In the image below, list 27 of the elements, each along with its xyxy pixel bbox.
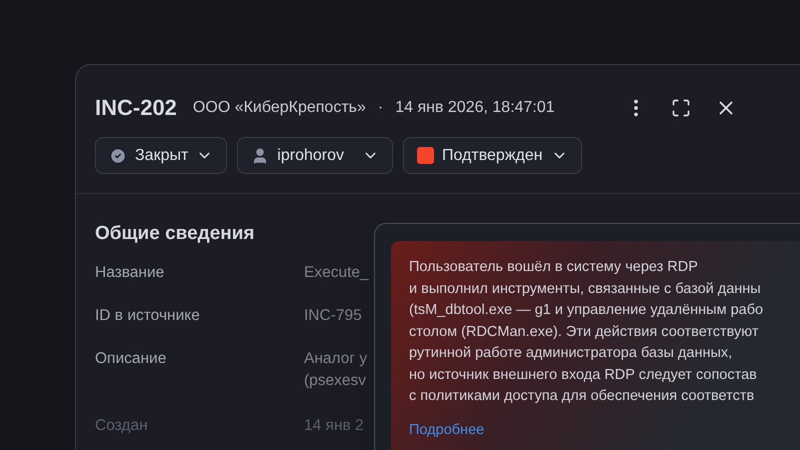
incident-id: INC-202 xyxy=(95,94,177,122)
field-label: Название xyxy=(95,262,166,282)
separator-dot: · xyxy=(378,98,384,118)
fullscreen-icon[interactable] xyxy=(670,98,691,118)
summary-text-line: столом (RDCMan.exe). Эти действия соответствуют xyxy=(409,322,760,342)
dropdown-chip[interactable]: iprohorov xyxy=(237,137,393,174)
dropdown-chip[interactable]: Подтвержден xyxy=(403,137,582,174)
summary-text-line: рутинной работе администратора базы данных, xyxy=(409,344,734,363)
summary-text-line: (tsM_dbtool.exe — g1 и управление удалённым рабо xyxy=(409,301,764,320)
field-value: (psexesv xyxy=(304,370,368,390)
field-label: Создан xyxy=(95,416,149,436)
summary-text-line: Пользователь вошёл в систему через RDP xyxy=(409,258,699,277)
summary-text-line: но источник внешнего входа RDP следует сопостав xyxy=(409,366,758,384)
field-value: Аналог у xyxy=(304,348,368,368)
more-link[interactable]: Подробнее xyxy=(409,420,484,442)
dropdown-chip[interactable]: Закрыт xyxy=(95,137,228,174)
field-value: 14 янв 2 xyxy=(304,416,364,436)
field-label: Описание xyxy=(95,348,168,368)
section-title: Общие сведения xyxy=(95,222,256,246)
summary-text-line: и выполнил инструменты, связанные с базой данны xyxy=(409,280,762,298)
check-circle-icon xyxy=(109,146,127,164)
field-label: ID в источнике xyxy=(95,306,201,326)
incident-timestamp: 14 янв 2026, 18:47:01 xyxy=(395,98,555,118)
summary-text-line: с политиками доступа для обеспечения соответств xyxy=(409,387,756,406)
field-value: INC-795 xyxy=(304,306,362,326)
field-value: Execute_ xyxy=(304,262,369,282)
organization-name: ООО «КиберКрепость» xyxy=(192,98,366,118)
